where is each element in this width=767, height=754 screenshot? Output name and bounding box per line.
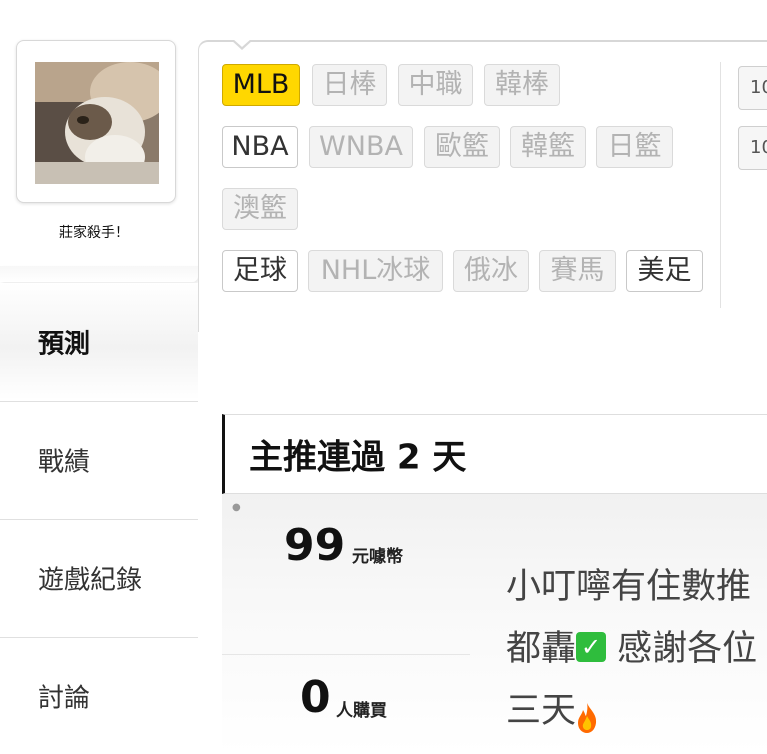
sport-chip-aus-basketball[interactable]: 澳籃	[222, 188, 298, 230]
nav-item-predict[interactable]: 預測	[0, 283, 198, 400]
desc-line: 小叮嚀有住數推	[506, 567, 752, 607]
avatar-card[interactable]	[16, 40, 176, 203]
sport-chip-nba[interactable]: NBA	[222, 126, 298, 168]
sport-chip-khl[interactable]: 俄冰	[453, 250, 529, 292]
nav-item-label: 預測	[38, 329, 91, 359]
sport-chip-korea-basketball[interactable]: 韓籃	[510, 126, 586, 168]
avatar[interactable]	[35, 62, 159, 184]
sport-chip-horse-racing[interactable]: 賽馬	[539, 250, 616, 292]
filter-divider	[720, 62, 721, 308]
desc-text: 都轟	[506, 629, 577, 669]
sport-chip-euro-basketball[interactable]: 歐籃	[424, 126, 500, 168]
sport-chip-npb[interactable]: 日棒	[312, 64, 387, 106]
nav-item-game-log[interactable]: 遊戲紀錄	[0, 519, 198, 636]
sport-chip-kbo[interactable]: 韓棒	[484, 64, 560, 106]
sport-chip-soccer[interactable]: 足球	[222, 250, 298, 292]
option-button[interactable]: 10	[738, 66, 767, 110]
dot-icon: ●	[232, 502, 241, 513]
nav-item-label: 遊戲紀錄	[38, 565, 143, 596]
desc-line: 都轟 ✓ 感謝各位	[506, 618, 767, 680]
fire-icon	[576, 692, 598, 733]
price-value: 99	[284, 520, 346, 571]
price-unit: 元噱幣	[352, 547, 403, 567]
sport-chip-cpbl[interactable]: 中職	[398, 64, 473, 106]
buyers-unit: 人購買	[336, 701, 387, 721]
nav-item-discussion[interactable]: 討論	[0, 637, 198, 754]
sport-chip-nhl[interactable]: NHL冰球	[308, 250, 443, 292]
option-button[interactable]: 10	[738, 126, 767, 170]
nav-item-label: 討論	[38, 683, 91, 714]
profile-card-edge	[0, 266, 198, 282]
desc-line: 三天	[506, 680, 767, 742]
nav-item-label: 戰績	[38, 447, 91, 478]
sidebar: 莊家殺手！ 預測 戰績 遊戲紀錄 討論	[0, 0, 198, 749]
post-title: 主推連過 2 天	[249, 437, 467, 478]
nav-item-record[interactable]: 戰績	[0, 401, 198, 518]
sport-chip-nfl[interactable]: 美足	[626, 250, 703, 292]
sport-chip-mlb[interactable]: MLB	[222, 64, 300, 106]
post-description: 小叮嚀有住數推 都轟 ✓ 感謝各位 三天	[506, 556, 767, 742]
checkmark-icon: ✓	[576, 632, 607, 662]
panel-pointer	[231, 39, 253, 50]
post-body: ● 99 元噱幣 0 人購買 小叮嚀有住數推 都轟 ✓ 感謝各位 三天	[222, 494, 767, 754]
sport-chip-japan-basketball[interactable]: 日籃	[596, 126, 673, 168]
post-title-bar: 主推連過 2 天	[222, 414, 767, 494]
desc-text: 感謝各位	[606, 629, 758, 669]
buyers-value: 0	[300, 672, 331, 723]
username: 莊家殺手！	[59, 225, 129, 241]
sport-chip-wnba[interactable]: WNBA	[309, 126, 413, 168]
price-divider	[222, 654, 470, 655]
desc-text: 三天	[506, 691, 577, 731]
